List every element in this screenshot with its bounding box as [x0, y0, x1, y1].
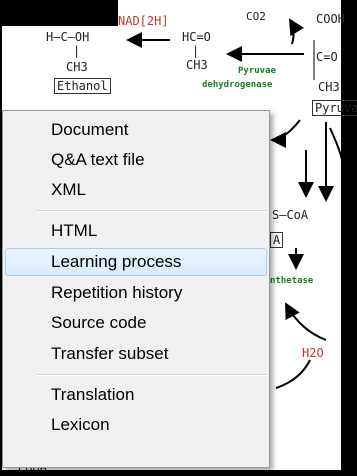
menu-separator: [35, 374, 267, 376]
menu-item-translation[interactable]: Translation: [5, 381, 267, 409]
menu-item-xml[interactable]: XML: [5, 176, 267, 204]
window-frame-bottom: [0, 470, 357, 476]
menu-item-lexicon[interactable]: Lexicon: [5, 411, 267, 439]
menu-item-document[interactable]: Document: [5, 116, 267, 144]
menu-item-qa-text-file[interactable]: Q&A text file: [5, 146, 267, 174]
menu-item-transfer-subset[interactable]: Transfer subset: [5, 340, 267, 368]
menu-item-repetition-history[interactable]: Repetition history: [5, 279, 267, 307]
menu-separator: [35, 210, 267, 212]
menu-item-learning-process[interactable]: Learning process: [5, 248, 267, 276]
menu-item-html[interactable]: HTML: [5, 217, 267, 245]
export-context-menu: Document Q&A text file XML HTML Learning…: [2, 110, 270, 468]
menu-item-source-code[interactable]: Source code: [5, 309, 267, 337]
